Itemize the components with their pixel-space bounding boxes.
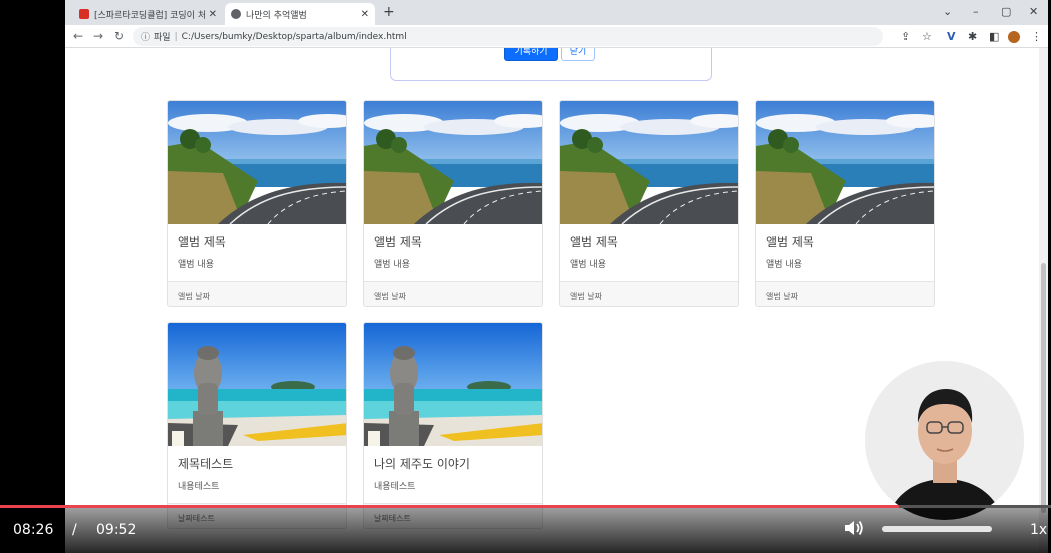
album-card-text: 앨범 내용 (766, 260, 802, 270)
close-window-icon[interactable]: ✕ (1029, 5, 1038, 18)
album-card[interactable]: 앨범 제목 앨범 내용 앨범 날짜 (167, 100, 347, 307)
more-menu-icon[interactable]: ⋮ (1031, 30, 1042, 43)
album-card[interactable]: 앨범 제목 앨범 내용 앨범 날짜 (363, 100, 543, 307)
url-input[interactable]: ⓘ 파일 | C:/Users/bumky/Desktop/sparta/alb… (133, 27, 883, 46)
total-time: 09:52 (96, 522, 137, 538)
album-card-image (168, 323, 346, 446)
scrollbar[interactable] (1039, 48, 1048, 553)
reload-icon[interactable]: ↻ (114, 29, 124, 43)
url-scheme-label: 파일 (154, 33, 171, 43)
album-card-title: 앨범 제목 (178, 235, 226, 249)
album-card-date: 앨범 날짜 (560, 281, 738, 306)
globe-icon (231, 9, 241, 19)
album-card-text: 내용테스트 (374, 482, 416, 492)
album-card-body: 앨범 제목 앨범 내용 (364, 224, 542, 281)
album-card-date: 앨범 날짜 (756, 281, 934, 306)
tab-title: [스파르타코딩클럽] 코딩이 처음 (94, 10, 205, 21)
side-panel-icon[interactable]: ◧ (989, 30, 999, 43)
player-controls: 08:26 / 09:52 1x (0, 505, 1051, 553)
volume-fill (882, 526, 992, 532)
bookmark-star-icon[interactable]: ☆ (922, 30, 932, 43)
instructor-webcam (865, 361, 1024, 520)
tab-album[interactable]: 나만의 추억앨범 ✕ (225, 3, 375, 25)
url-divider: | (174, 31, 178, 42)
album-card[interactable]: 제목테스트 내용테스트 날짜테스트 (167, 322, 347, 529)
tab-search-icon[interactable]: ⌄ (943, 5, 952, 18)
close-button[interactable]: 닫기 (561, 48, 595, 61)
forward-icon[interactable]: → (93, 29, 103, 43)
info-icon: ⓘ (141, 33, 151, 43)
profile-avatar-icon[interactable] (1008, 31, 1020, 43)
extensions-puzzle-icon[interactable]: ✱ (968, 30, 977, 43)
album-card[interactable]: 앨범 제목 앨범 내용 앨범 날짜 (755, 100, 935, 307)
album-card-image (560, 101, 738, 224)
volume-icon[interactable] (843, 518, 865, 542)
sparta-favicon-icon (79, 9, 89, 19)
album-card-body: 나의 제주도 이야기 내용테스트 (364, 446, 542, 503)
album-card-image (364, 323, 542, 446)
album-card-title: 제목테스트 (178, 457, 234, 471)
volume-slider[interactable] (882, 526, 992, 532)
album-card-date: 앨범 날짜 (168, 281, 346, 306)
album-card-text: 앨범 내용 (178, 260, 214, 270)
current-time: 08:26 (13, 522, 54, 538)
album-card-body: 앨범 제목 앨범 내용 (756, 224, 934, 281)
album-card-image (364, 101, 542, 224)
album-card-title: 앨범 제목 (374, 235, 422, 249)
minimize-icon[interactable]: – (973, 5, 979, 18)
share-icon[interactable]: ⇪ (901, 30, 910, 43)
tab-title: 나만의 추억앨범 (246, 10, 307, 21)
video-player: [스파르타코딩클럽] 코딩이 처음 ✕ 나만의 추억앨범 ✕ + ⌄ – ▢ ✕… (0, 0, 1051, 553)
maximize-icon[interactable]: ▢ (1001, 5, 1011, 18)
close-tab-icon[interactable]: ✕ (361, 9, 369, 20)
album-card-body: 제목테스트 내용테스트 (168, 446, 346, 503)
album-card-title: 앨범 제목 (766, 235, 814, 249)
close-tab-icon[interactable]: ✕ (209, 9, 217, 20)
album-card-title: 앨범 제목 (570, 235, 618, 249)
vpn-extension-icon[interactable]: V (947, 30, 956, 43)
time-separator: / (72, 522, 77, 538)
back-icon[interactable]: ← (73, 29, 83, 43)
progress-bar[interactable] (0, 505, 1051, 508)
url-text: C:/Users/bumky/Desktop/sparta/album/inde… (181, 31, 407, 42)
album-card[interactable]: 나의 제주도 이야기 내용테스트 날짜테스트 (363, 322, 543, 529)
playback-speed-button[interactable]: 1x (1030, 522, 1047, 538)
album-card[interactable]: 앨범 제목 앨범 내용 앨범 날짜 (559, 100, 739, 307)
album-card-body: 앨범 제목 앨범 내용 (168, 224, 346, 281)
album-form: 기록하기 닫기 (390, 48, 712, 81)
album-card-text: 앨범 내용 (570, 260, 606, 270)
address-bar: ← → ↻ ⓘ 파일 | C:/Users/bumky/Desktop/spar… (65, 25, 1048, 48)
album-card-body: 앨범 제목 앨범 내용 (560, 224, 738, 281)
album-card-title: 나의 제주도 이야기 (374, 457, 470, 471)
new-tab-icon[interactable]: + (383, 4, 395, 20)
album-card-date: 앨범 날짜 (364, 281, 542, 306)
album-card-image (168, 101, 346, 224)
progress-fill (0, 505, 899, 508)
album-card-text: 앨범 내용 (374, 260, 410, 270)
album-card-image (756, 101, 934, 224)
tab-bar: [스파르타코딩클럽] 코딩이 처음 ✕ 나만의 추억앨범 ✕ + ⌄ – ▢ ✕ (65, 0, 1048, 25)
save-button[interactable]: 기록하기 (504, 48, 558, 61)
scrollbar-thumb[interactable] (1041, 263, 1046, 513)
tab-sparta[interactable]: [스파르타코딩클럽] 코딩이 처음 ✕ (73, 3, 223, 25)
album-card-text: 내용테스트 (178, 482, 220, 492)
